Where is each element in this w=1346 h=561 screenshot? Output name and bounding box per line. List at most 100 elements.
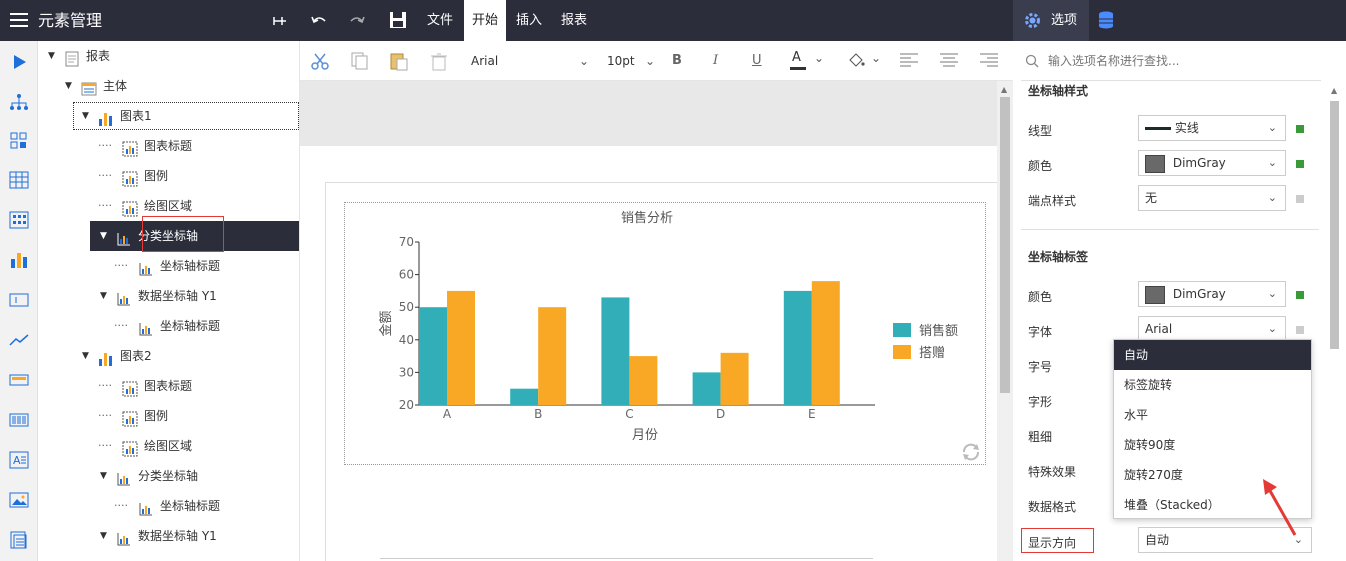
expand-arrow-icon[interactable]: ▼ xyxy=(48,41,60,71)
effect-label: 特殊效果 xyxy=(1028,465,1077,479)
label-color-select[interactable]: DimGray ⌄ xyxy=(1138,281,1286,307)
font-color-button[interactable]: A ⌄ xyxy=(788,49,830,73)
font-size-select[interactable]: 10pt ⌄ xyxy=(601,49,659,73)
redo-icon[interactable] xyxy=(348,13,366,32)
options-tab[interactable]: 选项 xyxy=(1013,0,1089,41)
tree-node[interactable]: ···· 坐标轴标题 xyxy=(38,491,299,521)
tree-node-label: 坐标轴标题 xyxy=(160,499,221,513)
axis-icon xyxy=(138,318,154,336)
align-left-icon[interactable] xyxy=(900,53,918,70)
dropdown-option-rotate-label[interactable]: 标签旋转 xyxy=(1114,370,1311,400)
bold-button[interactable]: B xyxy=(672,51,682,71)
tree-node[interactable]: ▼ 分类坐标轴 xyxy=(38,461,299,491)
left-toolbar: A xyxy=(0,41,38,561)
tree-node[interactable]: ▼ 数据坐标轴 Y1 xyxy=(38,521,299,551)
tree-connector: ···· xyxy=(98,139,112,152)
table-icon[interactable] xyxy=(8,169,30,191)
axis-icon xyxy=(116,468,132,486)
tree-node[interactable]: ▼ 报表 xyxy=(38,41,299,71)
chevron-down-icon: ⌄ xyxy=(1267,191,1277,204)
barcode-icon[interactable] xyxy=(8,409,30,431)
bar-sales xyxy=(601,297,630,405)
matrix-icon[interactable] xyxy=(8,209,30,231)
endpoint-select[interactable]: 无 ⌄ xyxy=(1138,185,1286,211)
paste-icon[interactable] xyxy=(389,51,409,74)
sales-chart[interactable]: 销售分析 20 30 40 50 60 70 金额 A B C D E 月份 销售额搭赠 xyxy=(300,81,997,481)
dropdown-option-rotate-90[interactable]: 旋转90度 xyxy=(1114,430,1311,460)
align-right-icon[interactable] xyxy=(980,53,998,70)
hierarchy-icon[interactable] xyxy=(8,91,30,113)
play-icon[interactable] xyxy=(8,51,30,73)
expand-arrow-icon[interactable]: ▼ xyxy=(100,281,112,311)
direction-value: 自动 xyxy=(1145,533,1170,547)
dropdown-option-auto[interactable]: 自动 xyxy=(1114,340,1311,370)
chart-title: 销售分析 xyxy=(621,210,673,226)
tree-connector: ···· xyxy=(98,409,112,422)
tree-node[interactable]: ···· 坐标轴标题 xyxy=(38,311,299,341)
fill-color-button[interactable]: ⌄ xyxy=(845,49,887,73)
delete-icon[interactable] xyxy=(429,51,449,74)
direction-label: 显示方向 xyxy=(1028,536,1077,550)
option-search-input[interactable] xyxy=(1048,49,1333,73)
endpoint-value: 无 xyxy=(1145,191,1158,205)
expand-arrow-icon[interactable]: ▼ xyxy=(65,71,77,101)
y-tick-label: 70 xyxy=(399,235,414,249)
menu-start[interactable]: 开始 xyxy=(464,0,506,41)
components-icon[interactable] xyxy=(8,129,30,151)
tree-node[interactable]: ▼ 主体 xyxy=(38,71,299,101)
tree-node[interactable]: ···· 图表标题 xyxy=(38,371,299,401)
tree-node[interactable]: ···· 图例 xyxy=(38,401,299,431)
color-swatch xyxy=(1145,154,1165,173)
cut-icon[interactable] xyxy=(310,51,330,74)
menu-insert[interactable]: 插入 xyxy=(508,0,550,41)
pin-icon[interactable] xyxy=(272,13,288,32)
tree-node[interactable]: ···· 图例 xyxy=(38,161,299,191)
image-icon[interactable] xyxy=(8,489,30,511)
selected-node-highlight-box xyxy=(142,216,224,252)
tree-node-label: 绘图区域 xyxy=(144,439,193,453)
label-color-indicator xyxy=(1296,291,1304,299)
props-scroll-thumb[interactable] xyxy=(1330,101,1339,349)
italic-button[interactable]: I xyxy=(713,51,718,71)
line-type-select[interactable]: 实线 ⌄ xyxy=(1138,115,1286,141)
bar-chart-icon[interactable] xyxy=(8,249,30,271)
tree-node[interactable]: ···· 坐标轴标题 xyxy=(38,251,299,281)
rectangle-icon[interactable] xyxy=(8,369,30,391)
underline-button[interactable]: U xyxy=(752,51,762,71)
legend-label: 搭赠 xyxy=(919,345,945,361)
tree-node[interactable]: ▼ 图表2 xyxy=(38,341,299,371)
align-center-icon[interactable] xyxy=(940,53,958,70)
canvas-vertical-scrollbar[interactable]: ▲ xyxy=(997,81,1013,561)
tree-node[interactable]: ···· 绘图区域 xyxy=(38,431,299,461)
richtext-icon[interactable]: A xyxy=(8,449,30,471)
tree-node[interactable]: ▼ 数据坐标轴 Y1 xyxy=(38,281,299,311)
bar-gift xyxy=(720,352,749,405)
tree-node[interactable]: ···· 图表标题 xyxy=(38,131,299,161)
expand-arrow-icon[interactable]: ▼ xyxy=(100,461,112,491)
props-scroll-up-arrow[interactable]: ▲ xyxy=(1331,86,1337,95)
menu-file[interactable]: 文件 xyxy=(418,0,462,41)
x-axis-title: 月份 xyxy=(632,428,658,443)
save-icon[interactable] xyxy=(389,11,407,32)
scrollbar-thumb[interactable] xyxy=(1000,97,1010,393)
search-divider xyxy=(1021,80,1321,81)
expand-arrow-icon[interactable]: ▼ xyxy=(82,341,94,371)
color-value: DimGray xyxy=(1172,156,1226,170)
expand-arrow-icon[interactable]: ▼ xyxy=(100,221,112,251)
subreport-icon[interactable] xyxy=(8,529,30,551)
font-family-select[interactable]: Arial ⌄ xyxy=(465,49,593,73)
menu-report[interactable]: 报表 xyxy=(552,0,596,41)
refresh-icon[interactable] xyxy=(960,441,982,466)
textbox-icon[interactable] xyxy=(8,289,30,311)
hamburger-menu-icon[interactable] xyxy=(10,13,28,28)
undo-icon[interactable] xyxy=(310,13,328,32)
scrollbar-up-arrow[interactable]: ▲ xyxy=(1001,85,1007,94)
font-family-value: Arial xyxy=(471,54,499,68)
copy-icon[interactable] xyxy=(350,51,370,74)
database-icon[interactable] xyxy=(1098,11,1114,32)
tree-node-label: 主体 xyxy=(103,79,128,93)
expand-arrow-icon[interactable]: ▼ xyxy=(100,521,112,551)
color-select[interactable]: DimGray ⌄ xyxy=(1138,150,1286,176)
line-chart-icon[interactable] xyxy=(8,329,30,351)
dropdown-option-horizontal[interactable]: 水平 xyxy=(1114,400,1311,430)
